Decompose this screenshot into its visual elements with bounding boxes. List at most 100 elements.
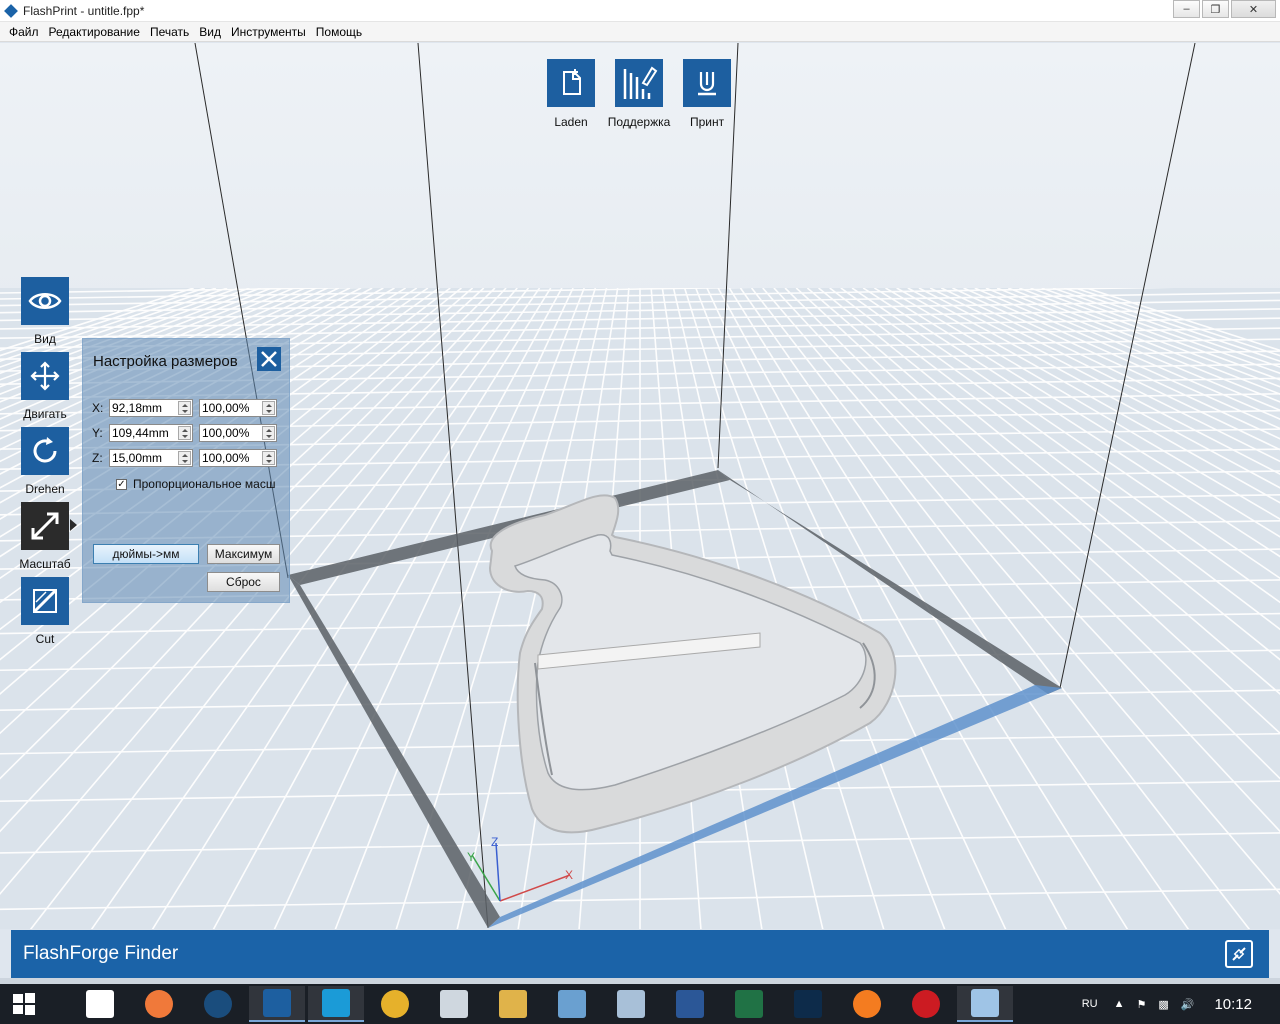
notes-taskbar-button[interactable] — [957, 986, 1013, 1022]
spin-arrows[interactable] — [262, 451, 275, 465]
printer-app-taskbar-button[interactable] — [72, 986, 128, 1022]
z-percent-value: 100,00% — [202, 451, 250, 465]
axis-z-label: Z — [491, 835, 498, 849]
z-size-input[interactable]: 15,00mm — [109, 449, 193, 467]
menu-print[interactable]: Печать — [145, 22, 194, 42]
row-y: Y: 109,44mm 100,00% — [92, 424, 277, 442]
steam-taskbar-button[interactable] — [190, 986, 246, 1022]
flag-icon[interactable]: ⚑ — [1136, 998, 1146, 1011]
file-explorer-taskbar-button[interactable] — [485, 986, 541, 1022]
restore-icon: ❐ — [1210, 3, 1221, 16]
inch-to-mm-button[interactable]: дюймы->мм — [93, 544, 199, 564]
left-tool-scale: Масштаб — [19, 502, 71, 571]
view-label: Вид — [34, 332, 56, 346]
spin-arrows[interactable] — [178, 401, 191, 415]
tray-chevron-icon[interactable]: ▲ — [1114, 998, 1125, 1010]
z-size-value: 15,00mm — [112, 451, 163, 465]
paint-icon — [558, 990, 586, 1018]
load-file-icon — [563, 69, 581, 95]
restore-button[interactable]: ❐ — [1202, 0, 1229, 18]
row-z: Z: 15,00mm 100,00% — [92, 449, 277, 467]
cut-button[interactable] — [21, 577, 69, 625]
rotate-label: Drehen — [25, 482, 65, 496]
menu-file[interactable]: Файл — [4, 22, 44, 42]
status-bar: FlashForge Finder — [11, 930, 1269, 978]
x-size-input[interactable]: 92,18mm — [109, 399, 193, 417]
photoshop-taskbar-button[interactable] — [780, 986, 836, 1022]
scale-label: Масштаб — [19, 557, 71, 571]
flashprint-taskbar-button[interactable] — [249, 986, 305, 1022]
spin-arrows[interactable] — [178, 451, 191, 465]
word-icon — [676, 990, 704, 1018]
axis-y-label: Y — [467, 850, 475, 864]
proportional-label: Пропорциональное масш — [133, 477, 276, 491]
firefox-taskbar-button[interactable] — [839, 986, 895, 1022]
word-taskbar-button[interactable] — [662, 986, 718, 1022]
volume-icon[interactable]: 🔊 — [1181, 998, 1195, 1011]
spin-arrows[interactable] — [262, 426, 275, 440]
origin-taskbar-button[interactable] — [131, 986, 187, 1022]
paint-taskbar-button[interactable] — [544, 986, 600, 1022]
origin-icon — [145, 990, 173, 1018]
support-button[interactable] — [615, 59, 663, 107]
language-indicator[interactable]: RU — [1082, 998, 1098, 1010]
load-button[interactable] — [547, 59, 595, 107]
printer-name: FlashForge Finder — [23, 943, 179, 964]
file-explorer-icon — [499, 990, 527, 1018]
panel-close-button[interactable] — [257, 347, 281, 371]
window-title: FlashPrint - untitle.fpp* — [23, 3, 145, 18]
steam-icon — [204, 990, 232, 1018]
y-percent-input[interactable]: 100,00% — [199, 424, 277, 442]
menu-view[interactable]: Вид — [194, 22, 226, 42]
move-button[interactable] — [21, 352, 69, 400]
rotate-button[interactable] — [21, 427, 69, 475]
opera-taskbar-button[interactable] — [898, 986, 954, 1022]
view-button[interactable] — [21, 277, 69, 325]
print-button[interactable] — [683, 59, 731, 107]
y-percent-value: 100,00% — [202, 426, 250, 440]
spin-arrows[interactable] — [178, 426, 191, 440]
menu-bar: Файл Редактирование Печать Вид Инструмен… — [0, 22, 1280, 42]
printer-app-icon — [86, 990, 114, 1018]
axis-label: X: — [92, 401, 104, 415]
eye-icon — [28, 293, 62, 309]
chrome-taskbar-button[interactable] — [367, 986, 423, 1022]
z-percent-input[interactable]: 100,00% — [199, 449, 277, 467]
spin-arrows[interactable] — [262, 401, 275, 415]
calculator-icon — [440, 990, 468, 1018]
menu-edit[interactable]: Редактирование — [44, 22, 145, 42]
clock[interactable]: 10:12 — [1214, 996, 1252, 1013]
toolbar-support: Поддержка — [604, 59, 674, 129]
minimize-button[interactable]: – — [1173, 0, 1200, 18]
menu-help[interactable]: Помощь — [311, 22, 367, 42]
close-button[interactable]: ✕ — [1231, 0, 1276, 18]
x-percent-input[interactable]: 100,00% — [199, 399, 277, 417]
network-app-taskbar-button[interactable] — [603, 986, 659, 1022]
print-icon — [698, 72, 716, 96]
notes-icon — [971, 989, 999, 1017]
maximum-button[interactable]: Максимум — [207, 544, 280, 564]
network-icon[interactable]: ▩ — [1158, 998, 1168, 1011]
calculator-taskbar-button[interactable] — [426, 986, 482, 1022]
axis-x-label: X — [565, 868, 573, 882]
cut-label: Cut — [35, 632, 55, 646]
left-tool-cut: Cut — [20, 577, 70, 646]
y-size-input[interactable]: 109,44mm — [109, 424, 193, 442]
start-button[interactable] — [0, 984, 48, 1024]
c-app-taskbar-button[interactable] — [308, 986, 364, 1022]
rotate-icon — [33, 437, 57, 463]
reset-button[interactable]: Сброс — [207, 572, 280, 592]
excel-taskbar-button[interactable] — [721, 986, 777, 1022]
connect-button[interactable] — [1225, 940, 1253, 968]
proportional-checkbox[interactable]: ✓ — [116, 478, 127, 490]
load-label: Laden — [554, 115, 588, 129]
minimize-icon: – — [1183, 3, 1190, 15]
flashprint-icon — [263, 989, 291, 1017]
toolbar-print: Принт — [672, 59, 742, 129]
scale-button[interactable] — [21, 502, 69, 550]
excel-icon — [735, 990, 763, 1018]
opera-icon — [912, 990, 940, 1018]
menu-tools[interactable]: Инструменты — [226, 22, 311, 42]
panel-title: Настройка размеров — [93, 353, 238, 370]
3d-viewport[interactable]: X Y Z Laden Поддержка Принт Вид Двигать — [0, 43, 1280, 929]
